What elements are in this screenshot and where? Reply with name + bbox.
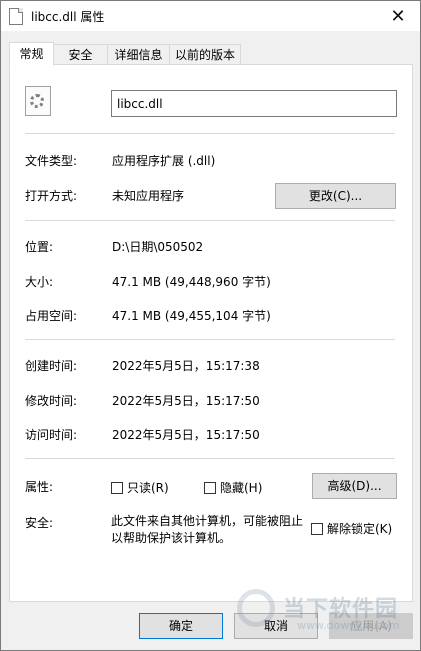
created-value: 2022年5月5日，15:17:38 — [112, 359, 260, 373]
type-value: 应用程序扩展 (.dll) — [112, 154, 216, 168]
tab-details[interactable]: 详细信息 — [107, 44, 170, 65]
unblock-label: 解除锁定(K) — [327, 522, 393, 536]
file-name-field[interactable] — [111, 90, 397, 117]
accessed-value: 2022年5月5日，15:17:50 — [112, 428, 260, 442]
readonly-label: 只读(R) — [127, 481, 169, 495]
attributes-label: 属性: — [25, 480, 54, 494]
properties-window: libcc.dll 属性 ✕ 常规 安全 详细信息 以前的版本 文件类型: 应用… — [0, 0, 421, 651]
tab-security[interactable]: 安全 — [53, 44, 108, 65]
security-label: 安全: — [25, 516, 54, 530]
file-icon-small — [9, 8, 23, 25]
separator — [25, 339, 395, 340]
watermark-logo: 当下软件园 www.downxia.com — [237, 585, 417, 645]
change-button[interactable]: 更改(C)... — [275, 183, 396, 209]
readonly-checkbox[interactable]: 只读(R) — [111, 479, 169, 496]
modified-value: 2022年5月5日，15:17:50 — [112, 394, 260, 408]
unblock-checkbox[interactable]: 解除锁定(K) — [311, 520, 392, 537]
hidden-label: 隐藏(H) — [220, 481, 263, 495]
separator — [25, 220, 395, 221]
location-label: 位置: — [25, 240, 54, 254]
size-value: 47.1 MB (49,448,960 字节) — [112, 275, 271, 289]
accessed-label: 访问时间: — [25, 428, 78, 442]
window-title: libcc.dll 属性 — [31, 10, 105, 24]
tab-previous-versions[interactable]: 以前的版本 — [169, 44, 241, 65]
checkbox-box[interactable] — [204, 481, 216, 494]
location-value: D:\日期\050502 — [112, 240, 204, 254]
watermark-circle-icon — [237, 589, 275, 627]
ok-button[interactable]: 确定 — [139, 613, 223, 639]
size-label: 大小: — [25, 275, 54, 289]
disk-size-value: 47.1 MB (49,455,104 字节) — [112, 309, 271, 323]
close-icon: ✕ — [390, 5, 406, 27]
security-message: 此文件来自其他计算机，可能被阻止以帮助保护该计算机。 — [111, 514, 304, 545]
tab-general[interactable]: 常规 — [9, 42, 54, 66]
open-with-value: 未知应用程序 — [112, 189, 185, 203]
type-label: 文件类型: — [25, 154, 78, 168]
checkbox-box[interactable] — [111, 481, 123, 494]
file-gear-icon — [25, 86, 51, 116]
watermark-url: www.downxia.com — [297, 619, 400, 632]
title-bar: libcc.dll 属性 ✕ — [1, 1, 420, 31]
open-with-label: 打开方式: — [25, 189, 78, 203]
modified-label: 修改时间: — [25, 394, 78, 408]
close-button[interactable]: ✕ — [376, 1, 420, 31]
separator — [25, 458, 395, 459]
created-label: 创建时间: — [25, 359, 78, 373]
separator — [25, 133, 395, 134]
hidden-checkbox[interactable]: 隐藏(H) — [204, 479, 262, 496]
checkbox-box[interactable] — [311, 522, 323, 535]
disk-size-label: 占用空间: — [25, 309, 78, 323]
advanced-button[interactable]: 高级(D)... — [312, 473, 397, 499]
